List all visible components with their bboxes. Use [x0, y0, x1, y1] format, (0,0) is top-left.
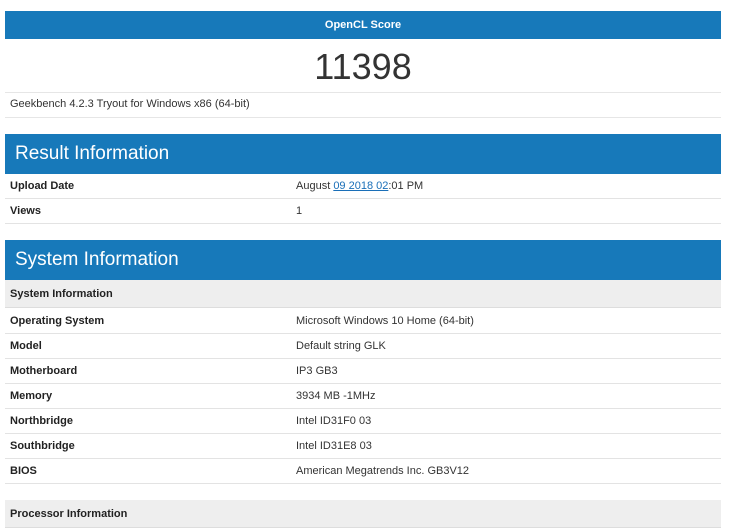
row-key: Upload Date [10, 180, 75, 192]
row-value: IP3 GB3 [296, 365, 338, 377]
row-key: BIOS [10, 465, 37, 477]
result-information-title: Result Information [15, 143, 170, 164]
row-value: Microsoft Windows 10 Home (64-bit) [296, 315, 474, 327]
upload-date-value: August 09 2018 02:01 PM [296, 180, 423, 192]
page: OpenCL Score 11398 Geekbench 4.2.3 Tryou… [0, 0, 736, 528]
row-value: Intel ID31F0 03 [296, 415, 372, 427]
row-key: Operating System [10, 315, 105, 327]
subheader-label: Processor Information [10, 508, 128, 520]
table-row: Southbridge Intel ID31E8 03 [5, 434, 721, 459]
table-row: Operating System Microsoft Windows 10 Ho… [5, 309, 721, 334]
table-row: Model Default string GLK [5, 334, 721, 359]
row-key: Views [10, 205, 41, 217]
upload-date-suffix: :01 PM [388, 180, 424, 192]
subheader-label: System Information [10, 288, 113, 300]
processor-information-subheader: Processor Information [5, 500, 721, 528]
opencl-score-header: OpenCL Score [5, 11, 721, 39]
upload-date-prefix: August [296, 180, 334, 192]
system-information-title: System Information [15, 249, 179, 270]
row-value: American Megatrends Inc. GB3V12 [296, 465, 470, 477]
row-key: Northbridge [10, 415, 73, 427]
table-row: BIOS American Megatrends Inc. GB3V12 [5, 459, 721, 484]
opencl-score-value: 11398 [314, 46, 412, 87]
row-key: Southbridge [10, 440, 75, 452]
upload-date-link[interactable]: 09 2018 02 [333, 180, 388, 192]
system-information-subheader: System Information [5, 280, 721, 308]
table-row: Northbridge Intel ID31F0 03 [5, 409, 721, 434]
row-key: Model [10, 340, 42, 352]
system-information-header: System Information [5, 240, 721, 280]
divider [5, 117, 721, 118]
table-row: Upload Date August 09 2018 02:01 PM [5, 174, 721, 199]
row-value: 1 [296, 205, 303, 217]
row-value: Intel ID31E8 03 [296, 440, 372, 452]
table-row: Motherboard IP3 GB3 [5, 359, 721, 384]
table-row: Views 1 [5, 199, 721, 224]
benchmark-version: Geekbench 4.2.3 Tryout for Windows x86 (… [10, 98, 250, 110]
divider [5, 92, 721, 93]
opencl-score-label: OpenCL Score [324, 19, 402, 31]
result-information-header: Result Information [5, 134, 721, 174]
row-value: 3934 MB -1MHz [296, 390, 376, 402]
table-row: Memory 3934 MB -1MHz [5, 384, 721, 409]
row-key: Memory [10, 390, 53, 402]
row-key: Motherboard [10, 365, 78, 377]
row-value: Default string GLK [296, 340, 386, 352]
